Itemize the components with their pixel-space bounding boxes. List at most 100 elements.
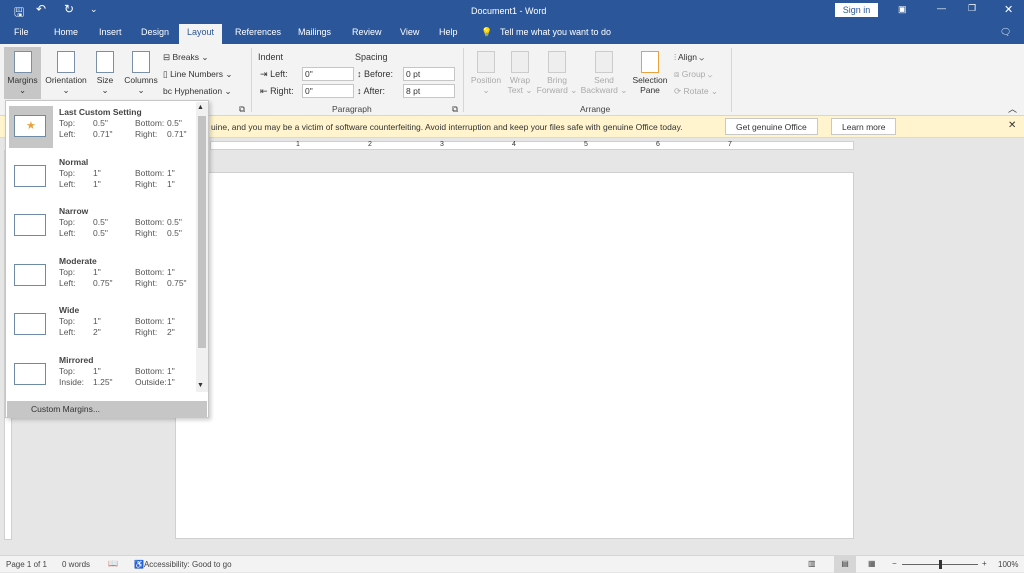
- margin-value: 0.75": [93, 277, 113, 288]
- tab-help[interactable]: Help: [439, 27, 458, 37]
- indent-right-field[interactable]: 0": [302, 84, 354, 98]
- margin-option-wide[interactable]: Wide Top: 1" Bottom: 1" Left: 2" Right: 2": [7, 301, 195, 350]
- comments-icon[interactable]: 🗨: [1000, 27, 1011, 38]
- tab-view[interactable]: View: [400, 27, 419, 37]
- position-icon: [477, 51, 495, 73]
- zoom-slider-thumb[interactable]: [939, 560, 942, 569]
- scroll-up-icon[interactable]: ▲: [197, 104, 204, 111]
- margin-option-moderate[interactable]: Moderate Top: 1" Bottom: 1" Left: 0.75" Right…: [7, 252, 195, 301]
- tab-layout[interactable]: Layout: [179, 24, 223, 44]
- tab-file[interactable]: File: [14, 27, 29, 37]
- send-backward-icon: [595, 51, 613, 73]
- restore-icon[interactable]: ❐: [968, 3, 976, 14]
- wrap-text-button[interactable]: Wrap Text ⌄: [505, 51, 535, 96]
- zoom-in-button[interactable]: +: [982, 559, 987, 568]
- page-setup-launcher-icon[interactable]: ⧉: [239, 104, 245, 115]
- margin-value: Inside:: [59, 376, 85, 387]
- margin-value: 0.5": [93, 217, 108, 227]
- zoom-level[interactable]: 100%: [998, 560, 1018, 569]
- accessibility-icon: ♿: [134, 560, 144, 569]
- spacing-before-field[interactable]: 0 pt: [403, 67, 455, 81]
- orientation-button[interactable]: Orientation ⌄: [42, 51, 90, 96]
- rotate-button[interactable]: ⟳ Rotate ⌄: [674, 86, 718, 97]
- paragraph-launcher-icon[interactable]: ⧉: [452, 104, 458, 115]
- custom-margins-button[interactable]: Custom Margins...: [7, 401, 207, 417]
- margins-icon: [13, 51, 32, 73]
- document-page[interactable]: [175, 172, 854, 539]
- margin-option-mirrored[interactable]: Mirrored Top: 1" Bottom: 1" Inside: 1.25" Out…: [7, 351, 195, 400]
- tab-mailings[interactable]: Mailings: [298, 27, 331, 37]
- vertical-scrollbar[interactable]: [1012, 150, 1024, 550]
- hyphenation-button[interactable]: bc Hyphenation ⌄: [163, 86, 232, 97]
- close-icon[interactable]: ✕: [1004, 3, 1013, 16]
- send-backward-button[interactable]: Send Backward ⌄: [580, 51, 628, 96]
- selection-pane-button[interactable]: Selection Pane: [630, 51, 670, 95]
- accessibility-status[interactable]: ♿Accessibility: Good to go: [134, 560, 232, 569]
- zoom-out-button[interactable]: −: [892, 559, 897, 568]
- read-mode-icon[interactable]: ▥: [808, 559, 816, 568]
- size-icon: [96, 51, 114, 73]
- indent-left-field[interactable]: 0": [302, 67, 354, 81]
- margin-value: Left:: [59, 178, 76, 189]
- margin-value: 1": [93, 178, 101, 189]
- breaks-button[interactable]: ⊟ Breaks ⌄: [163, 52, 208, 63]
- margin-option-normal[interactable]: Normal Top: 1" Bottom: 1" Left: 1" Right: 1": [7, 153, 195, 202]
- tab-design[interactable]: Design: [141, 27, 169, 37]
- get-genuine-office-button[interactable]: Get genuine Office: [725, 118, 818, 135]
- ribbon-display-icon[interactable]: ▣: [898, 4, 907, 15]
- tell-me-search[interactable]: Tell me what you want to do: [500, 27, 611, 37]
- margin-value: Outside:: [135, 376, 167, 387]
- line-numbers-button[interactable]: ▯ Line Numbers ⌄: [163, 69, 232, 80]
- undo-icon[interactable]: ↶: [36, 2, 46, 16]
- dropdown-scrollbar[interactable]: ▲ ▼: [196, 102, 208, 392]
- indent-left-icon: ⇥: [260, 69, 268, 79]
- tab-insert[interactable]: Insert: [99, 27, 122, 37]
- hyphenation-icon: bc: [163, 86, 172, 96]
- margin-value: 1": [167, 376, 175, 387]
- breaks-icon: ⊟: [163, 52, 171, 62]
- learn-more-button[interactable]: Learn more: [831, 118, 897, 135]
- proofing-icon[interactable]: 📖: [108, 559, 118, 568]
- selection-pane-icon: [641, 51, 659, 73]
- bring-forward-button[interactable]: Bring Forward ⌄: [536, 51, 578, 96]
- ruler-tick: 5: [584, 141, 588, 148]
- print-layout-icon[interactable]: ▤: [834, 556, 856, 573]
- customize-qat-icon[interactable]: ⌄: [90, 4, 98, 15]
- tab-references[interactable]: References: [235, 27, 281, 37]
- ruler-tick: 7: [728, 141, 732, 148]
- margins-button[interactable]: Margins ⌄: [4, 47, 41, 99]
- redo-icon[interactable]: ↻: [64, 2, 74, 16]
- close-message-icon[interactable]: ✕: [1008, 120, 1016, 131]
- margin-value: 0.71": [93, 129, 113, 139]
- word-count[interactable]: 0 words: [62, 560, 90, 569]
- minimize-icon[interactable]: —: [937, 3, 946, 13]
- size-button[interactable]: Size ⌄: [93, 51, 117, 96]
- columns-button[interactable]: Columns ⌄: [121, 51, 161, 96]
- web-layout-icon[interactable]: ▦: [868, 559, 876, 568]
- lightbulb-icon: 💡: [481, 27, 493, 37]
- margin-value: Top:: [59, 365, 76, 376]
- position-button[interactable]: Position ⌄: [469, 51, 503, 96]
- rotate-icon: ⟳: [674, 86, 682, 96]
- page-count[interactable]: Page 1 of 1: [6, 560, 47, 569]
- group-button[interactable]: ⧈ Group ⌄: [674, 69, 712, 80]
- zoom-slider[interactable]: [902, 560, 978, 569]
- margin-value: 1": [93, 167, 101, 178]
- tab-review[interactable]: Review: [352, 27, 382, 37]
- horizontal-ruler[interactable]: 1 2 3 4 5 6 7: [210, 141, 854, 150]
- spacing-after-field[interactable]: 8 pt: [403, 84, 455, 98]
- align-button[interactable]: ⫶ Align ⌄: [674, 52, 704, 63]
- margin-value: 0.5": [167, 118, 182, 128]
- window-title: Document1 - Word: [471, 6, 547, 16]
- tab-home[interactable]: Home: [54, 27, 78, 37]
- save-icon[interactable]: 🖫: [14, 3, 24, 24]
- scroll-thumb[interactable]: [198, 116, 206, 348]
- margin-option-name: Wide: [59, 305, 80, 315]
- margin-value: Right:: [135, 178, 158, 189]
- margin-option-star[interactable]: ★ Last Custom Setting Top: 0.5" Bottom: 0.5…: [7, 103, 195, 152]
- collapse-ribbon-icon[interactable]: ︿: [1008, 102, 1017, 115]
- margin-option-narrow[interactable]: Narrow Top: 0.5" Bottom: 0.5" Left: 0.5" Righ…: [7, 202, 195, 251]
- margin-value: 1": [167, 266, 175, 277]
- scroll-down-icon[interactable]: ▼: [197, 382, 204, 389]
- sign-in-button[interactable]: Sign in: [835, 3, 878, 17]
